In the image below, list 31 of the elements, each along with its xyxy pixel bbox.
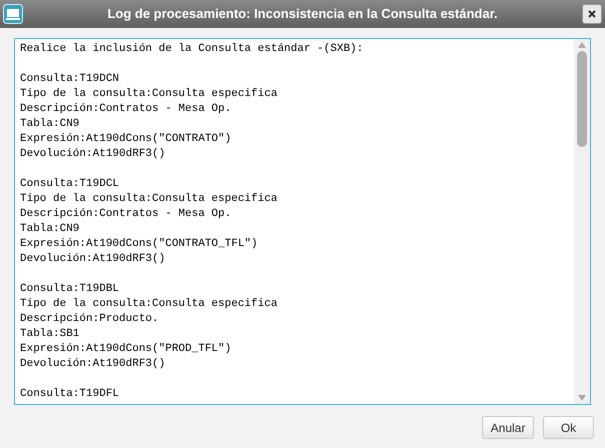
scroll-down-icon[interactable] [578,395,586,401]
log-line: Tabla:CN9 [20,117,80,132]
log-line: Expresión:At190dCons("CONTRATO") [20,132,232,147]
log-line: Consulta:T19DBL [20,282,120,297]
log-text-area[interactable] [14,38,591,405]
close-icon [588,10,596,18]
window-icon [3,4,23,24]
log-line: Expresión:At190dCons("CONTRATO_TFL") [20,237,259,252]
window-title: Log de procesamiento: Inconsistencia en la Consulta estándar. [107,5,498,24]
log-line: Tabla:CN9 [20,222,80,237]
log-line: Tipo de la consulta:Consulta especifica [20,87,278,102]
log-line: Tipo de la consulta:Consulta especifica [20,192,278,207]
log-line: Devolución:At190dRF3() [20,357,166,372]
dialog-button[interactable]: Ok [543,416,594,439]
log-line: Realice la inclusión de la Consulta estándar -(SXB): [20,42,364,57]
log-line: Descripción:Contratos - Mesa Op. [20,102,232,117]
log-line: Devolución:At190dRF3() [20,252,166,267]
scrollbar-thumb[interactable] [577,51,587,147]
log-line: Descripción:Producto. [20,312,160,327]
scroll-up-icon[interactable] [578,42,586,48]
close-button[interactable] [582,4,602,24]
scrollbar[interactable] [574,39,590,404]
log-line: Consulta:T19DCN [20,72,120,87]
log-line: Consulta:T19DCL [20,177,120,192]
log-line: Consulta:T19DFL [20,387,120,402]
log-line: Descripción:Contratos - Mesa Op. [20,207,232,222]
dialog-button[interactable]: Anular [482,416,534,439]
log-line: Devolución:At190dRF3() [20,147,166,162]
log-line: Tipo de la consulta:Consulta especifica [20,297,278,312]
log-line: Expresión:At190dCons("PROD_TFL") [20,342,232,357]
log-line: Tabla:SB1 [20,327,80,342]
